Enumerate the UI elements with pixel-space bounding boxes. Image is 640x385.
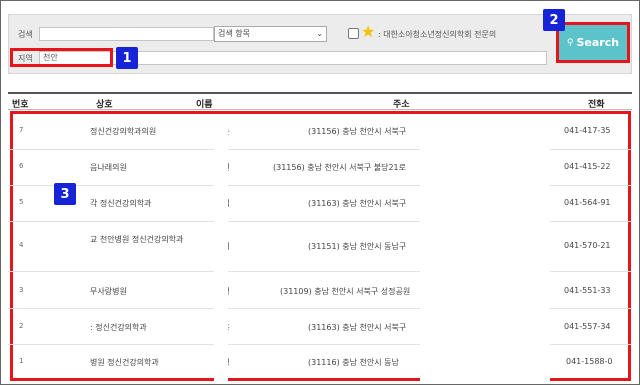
cell-phone: 041-557-34 xyxy=(564,322,611,331)
annotation-badge-2: 2 xyxy=(543,9,565,31)
cell-phone: 041-415-22 xyxy=(564,162,611,171)
cell-address: (31109) 충남 천안시 서북구 성정공원 xyxy=(280,287,411,296)
privacy-mask xyxy=(214,115,228,381)
cell-no: 4 xyxy=(19,241,24,249)
header-person: 이름 xyxy=(196,100,213,110)
cell-address: (31116) 충남 천안시 동남 xyxy=(308,358,399,367)
header-name: 상호 xyxy=(96,100,113,110)
cell-no: 7 xyxy=(19,126,24,134)
cell-no: 3 xyxy=(19,286,24,294)
search-field-select[interactable]: 검색 항목 ⌄ xyxy=(214,26,327,42)
annotation-badge-3: 3 xyxy=(54,183,76,205)
cell-phone: 041-417-35 xyxy=(564,126,611,135)
header-address: 주소 xyxy=(393,100,410,110)
cell-name: 각 정신건강의학과 xyxy=(90,199,152,208)
cell-name: : 정신건강의학과 xyxy=(90,323,147,332)
cell-phone: 041-551-33 xyxy=(564,286,611,295)
cell-address: (31163) 충남 천안시 서북구 xyxy=(308,199,407,208)
privacy-mask xyxy=(420,115,550,381)
cell-phone: 041-570-21 xyxy=(564,241,611,250)
cell-address: (31151) 충남 천안시 동남구 xyxy=(308,242,407,251)
search-button-label: Search xyxy=(576,36,620,49)
keyword-input[interactable] xyxy=(39,27,214,41)
cell-no: 5 xyxy=(19,198,24,206)
cell-phone: 041-1588-0 xyxy=(566,357,613,366)
cell-name: 정신건강의학과의원 xyxy=(90,127,157,136)
region-highlight-box xyxy=(10,48,113,67)
header-no: 번호 xyxy=(12,100,29,110)
cell-name: 무사랑병원 xyxy=(90,287,127,296)
search-button[interactable]: ⚲ Search xyxy=(556,22,630,63)
cell-name: 음나래의원 xyxy=(90,163,127,172)
star-icon: ★ xyxy=(361,22,376,41)
magnifier-icon: ⚲ xyxy=(566,37,574,48)
chevron-down-icon: ⌄ xyxy=(316,29,323,38)
search-field-select-value: 검색 항목 xyxy=(218,29,250,38)
cell-no: 2 xyxy=(19,322,24,330)
cell-address: (31156) 충남 천안시 서북구 xyxy=(308,127,407,136)
specialist-note: : 대한소아청소년정신의학회 전문의 xyxy=(378,30,497,39)
cell-name: 교 천안병원 정신건강의학과 xyxy=(90,235,184,244)
cell-address: (31163) 충남 천안시 서북구 xyxy=(308,323,407,332)
cell-address: (31156) 충남 천안시 서북구 불당21로 xyxy=(273,163,407,172)
specialist-checkbox[interactable] xyxy=(348,28,359,39)
header-phone: 전화 xyxy=(588,100,605,110)
cell-no: 1 xyxy=(19,357,24,365)
table-header: 번호 상호 이름 주소 전화 xyxy=(8,92,632,110)
annotation-badge-1: 1 xyxy=(116,47,138,69)
cell-phone: 041-564-91 xyxy=(564,198,611,207)
keyword-label: 검색 xyxy=(18,30,33,39)
cell-name: 병원 정신건강의학과 xyxy=(90,358,159,367)
cell-no: 6 xyxy=(19,162,24,170)
